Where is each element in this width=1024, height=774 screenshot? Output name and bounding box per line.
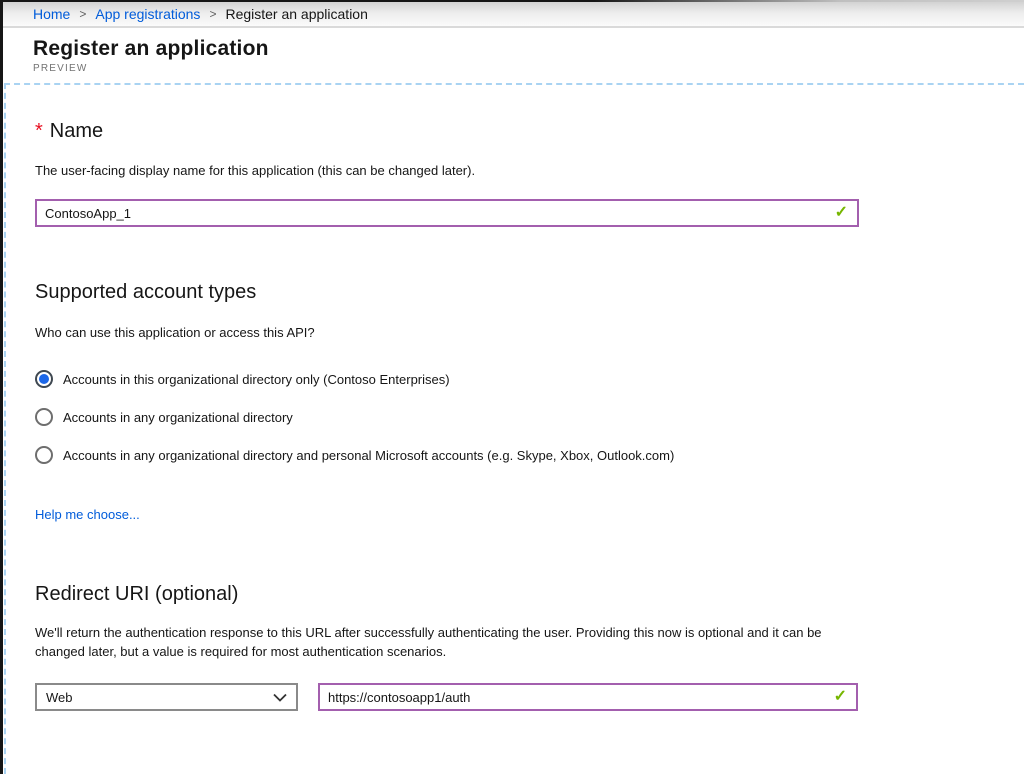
radio-button-icon xyxy=(35,408,53,426)
breadcrumb: Home > App registrations > Register an a… xyxy=(3,2,1024,28)
redirect-uri-description: We'll return the authentication response… xyxy=(35,623,841,661)
redirect-uri-input[interactable] xyxy=(320,690,834,705)
account-types-title: Supported account types xyxy=(35,279,1024,305)
left-edge-bar xyxy=(0,0,3,774)
breadcrumb-app-registrations-link[interactable]: App registrations xyxy=(95,6,200,22)
valid-check-icon: ✓ xyxy=(835,205,857,221)
valid-check-icon: ✓ xyxy=(834,689,856,705)
radio-option-any-org-and-personal[interactable]: Accounts in any organizational directory… xyxy=(35,446,1024,464)
radio-option-label: Accounts in any organizational directory… xyxy=(63,448,674,463)
page-title: Register an application xyxy=(33,37,1024,61)
redirect-type-selected-value: Web xyxy=(46,690,73,705)
page-header: Register an application PREVIEW xyxy=(3,30,1024,83)
radio-option-any-org-directory[interactable]: Accounts in any organizational directory xyxy=(35,408,1024,426)
breadcrumb-current-page: Register an application xyxy=(225,6,367,22)
redirect-type-select[interactable]: Web xyxy=(35,683,298,711)
register-application-blade: * Name The user-facing display name for t… xyxy=(4,83,1024,774)
radio-option-label: Accounts in this organizational director… xyxy=(63,372,450,387)
account-types-radio-group: Accounts in this organizational director… xyxy=(35,370,1024,464)
radio-option-label: Accounts in any organizational directory xyxy=(63,410,293,425)
breadcrumb-separator-icon: > xyxy=(79,7,86,21)
breadcrumb-separator-icon: > xyxy=(209,7,216,21)
account-types-question: Who can use this application or access t… xyxy=(35,323,1024,342)
redirect-uri-title: Redirect URI (optional) xyxy=(35,581,1024,607)
redirect-uri-input-container: ✓ xyxy=(318,683,858,711)
name-section-description: The user-facing display name for this ap… xyxy=(35,161,1024,180)
chevron-down-icon xyxy=(273,693,287,702)
radio-selected-dot xyxy=(39,374,49,384)
required-asterisk: * xyxy=(35,120,43,142)
app-name-input[interactable] xyxy=(37,206,835,221)
name-section-title-text: Name xyxy=(50,120,103,142)
name-section: * Name The user-facing display name for t… xyxy=(35,118,1024,227)
redirect-uri-controls: Web ✓ xyxy=(35,683,1024,711)
radio-button-icon xyxy=(35,446,53,464)
radio-button-icon xyxy=(35,370,53,388)
name-section-title: * Name xyxy=(35,118,1024,144)
account-types-section: Supported account types Who can use this… xyxy=(35,279,1024,524)
preview-badge: PREVIEW xyxy=(33,63,1024,74)
breadcrumb-home-link[interactable]: Home xyxy=(33,6,70,22)
help-me-choose-link[interactable]: Help me choose... xyxy=(35,507,140,522)
radio-option-org-directory-only[interactable]: Accounts in this organizational director… xyxy=(35,370,1024,388)
redirect-uri-section: Redirect URI (optional) We'll return the… xyxy=(35,581,1024,711)
top-edge-line xyxy=(0,0,1024,2)
app-name-input-container: ✓ xyxy=(35,199,859,227)
